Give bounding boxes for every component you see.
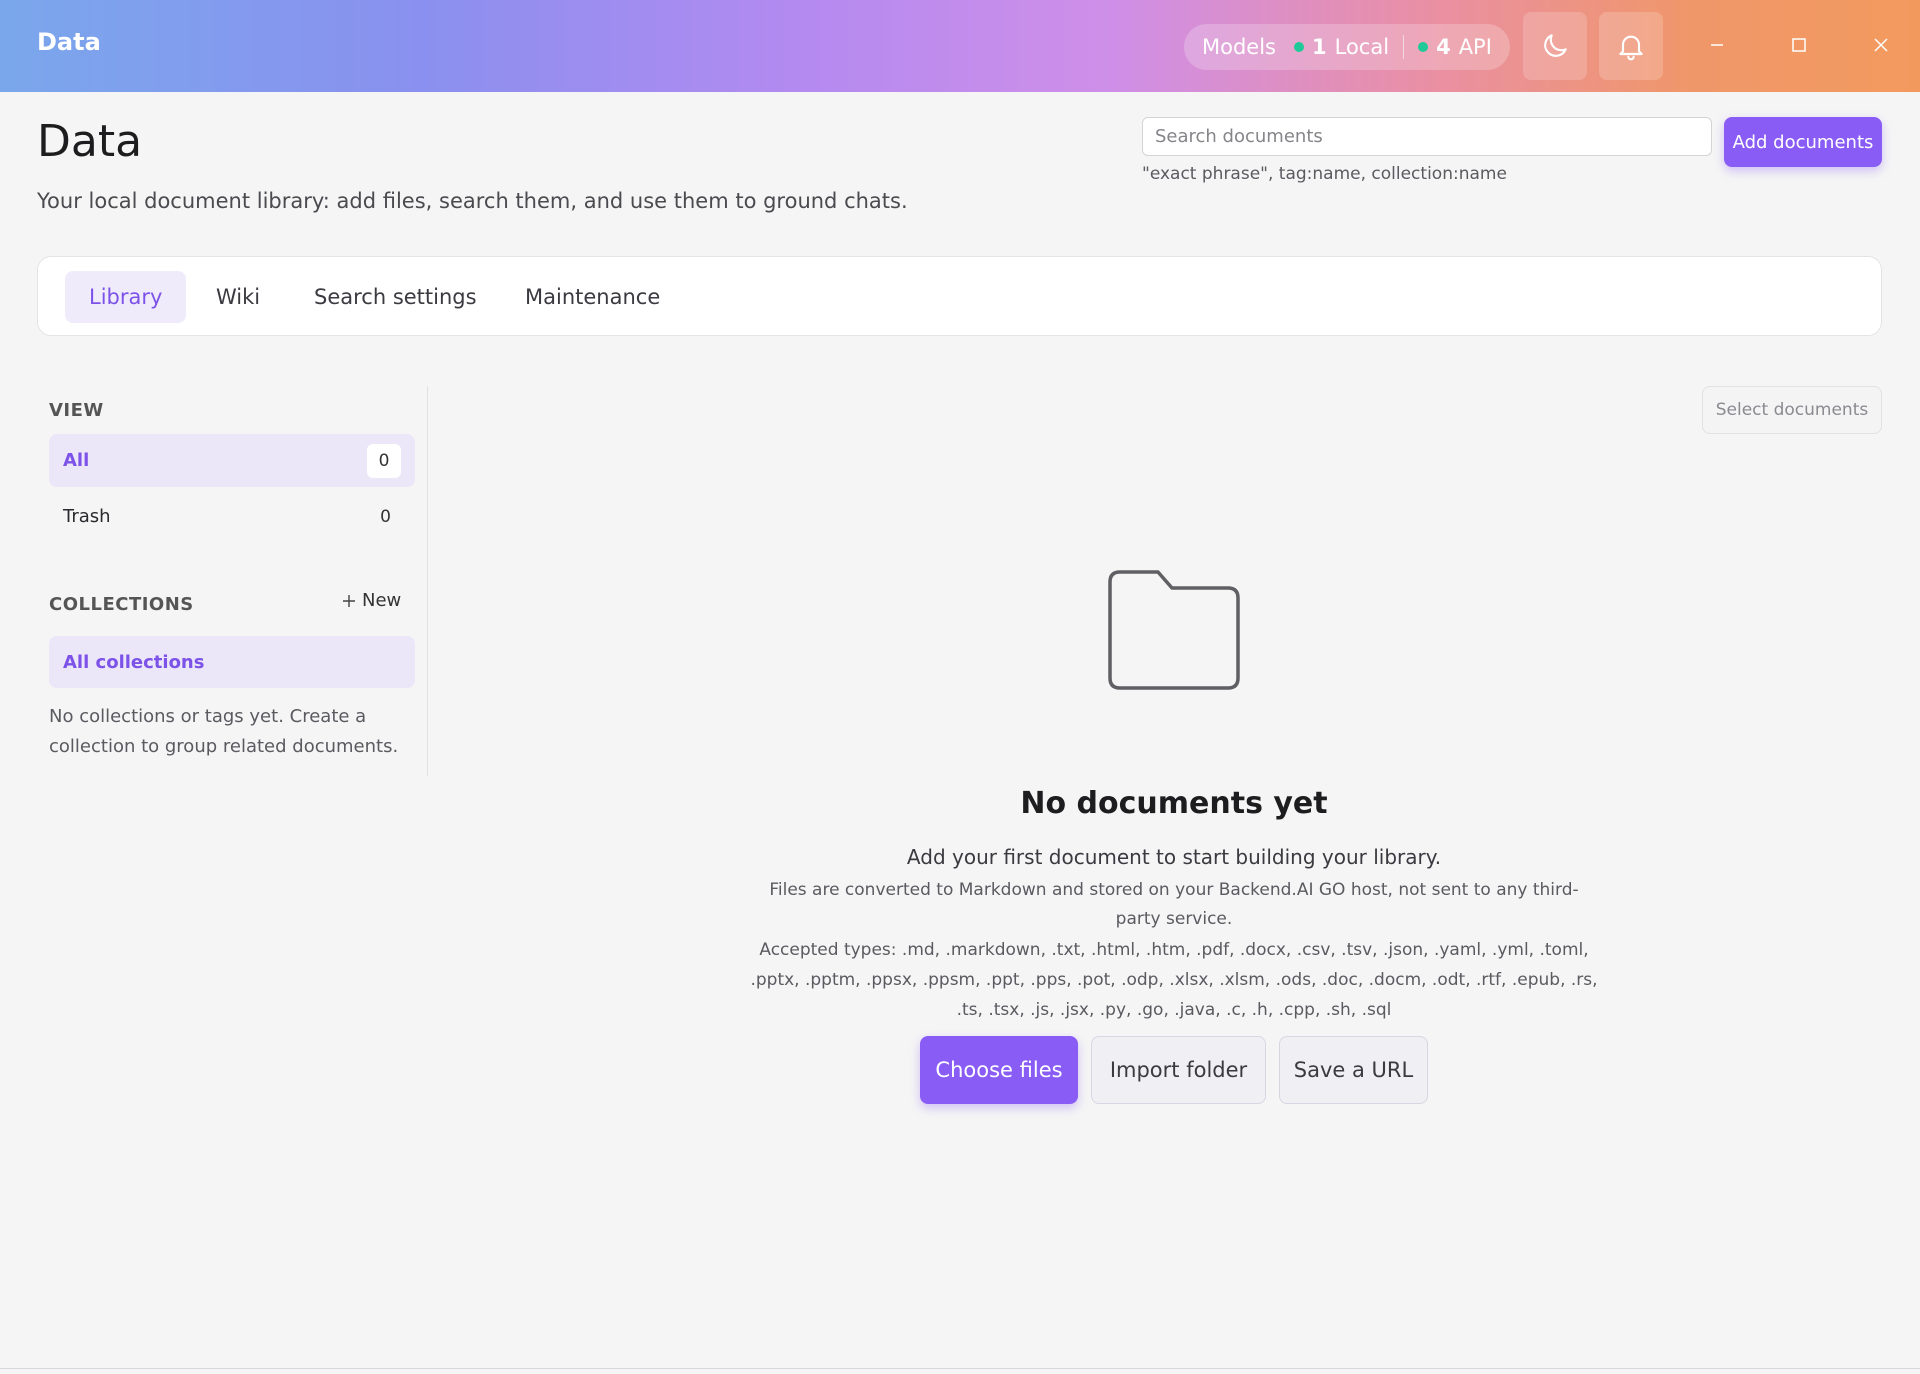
plus-icon [343,594,355,607]
view-all[interactable]: All 0 [49,434,415,487]
close-icon [1874,38,1888,52]
add-documents-button[interactable]: Add documents [1724,117,1882,167]
api-status-dot [1418,42,1429,52]
page-subtitle: Your local document library: add files, … [37,189,908,213]
view-section-label: VIEW [49,400,104,421]
tab-library[interactable]: Library [65,271,187,323]
all-collections-label: All collections [63,651,205,673]
bottom-border [0,1368,1920,1369]
api-label: API [1458,35,1492,59]
theme-toggle-button[interactable] [1523,12,1587,80]
close-window-button[interactable] [1856,22,1906,68]
new-collection-button[interactable]: New [342,590,401,611]
maximize-icon [1792,38,1806,52]
api-count: 4 [1436,35,1451,59]
models-label: Models [1202,35,1276,59]
choose-files-button[interactable]: Choose files [920,1036,1078,1104]
folder-icon [1108,570,1240,690]
minimize-icon [1711,44,1723,46]
tab-bar: Library Wiki Search settings Maintenance [37,256,1882,336]
import-folder-button[interactable]: Import folder [1091,1036,1266,1104]
tab-search-settings[interactable]: Search settings [290,271,501,323]
save-url-button[interactable]: Save a URL [1279,1036,1428,1104]
local-count: 1 [1312,35,1327,59]
models-separator [1403,35,1405,59]
tab-maintenance[interactable]: Maintenance [501,271,684,323]
search-hint: "exact phrase", tag:name, collection:nam… [1142,164,1507,184]
empty-state-note: Files are converted to Markdown and stor… [769,880,1579,929]
window-title: Data [37,28,101,56]
minimize-button[interactable] [1692,22,1742,68]
bell-icon [1619,35,1643,61]
accepted-types-text: Accepted types: .md, .markdown, .txt, .h… [750,940,1598,1020]
moon-icon [1544,34,1567,57]
notifications-button[interactable] [1599,12,1663,80]
app-window: Data Models 1 Local 4 API Data Your loca… [0,0,1920,1374]
maximize-button[interactable] [1774,22,1824,68]
page-title: Data [37,116,143,167]
select-documents-button[interactable]: Select documents [1702,386,1882,434]
tab-wiki[interactable]: Wiki [192,271,284,323]
local-status-dot [1294,42,1304,52]
models-status[interactable]: Models 1 Local 4 API [1184,24,1510,70]
collections-empty-text: No collections or tags yet. Create a col… [49,706,399,757]
local-label: Local [1334,35,1390,59]
empty-state-title: No documents yet [1020,786,1328,821]
view-all-label: All [63,450,90,471]
empty-state-lead: Add your first document to start buildin… [906,845,1442,869]
title-bar: Data Models 1 Local 4 API [0,0,1920,92]
new-collection-label: New [362,590,402,611]
all-collections-item[interactable]: All collections [49,636,415,688]
collections-section-label: COLLECTIONS [49,594,194,615]
view-trash[interactable]: Trash 0 [49,490,415,543]
view-all-count: 0 [367,443,401,478]
view-trash-label: Trash [63,506,111,527]
sidebar-divider [427,386,428,776]
search-documents-input[interactable] [1142,117,1712,156]
view-trash-count: 0 [380,506,391,527]
